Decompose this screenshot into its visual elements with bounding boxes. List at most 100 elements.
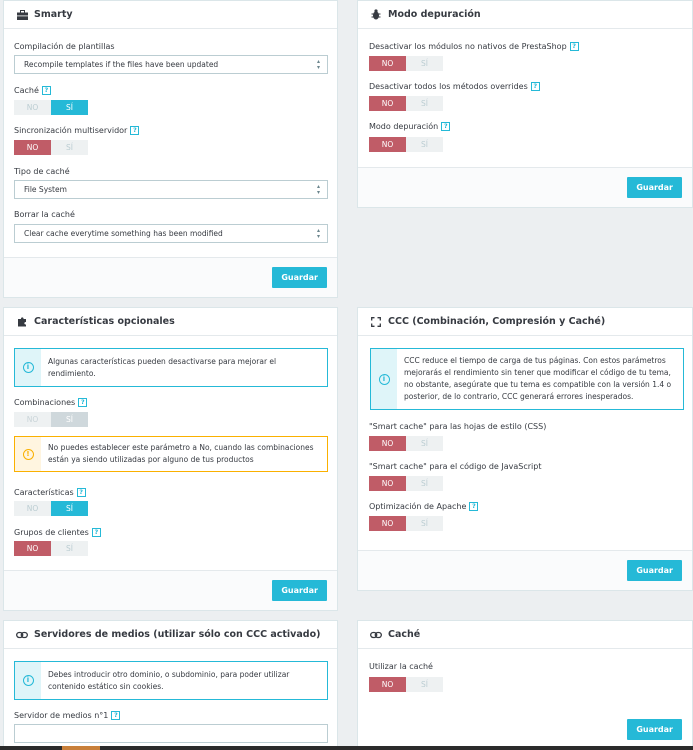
help-icon[interactable]: ?: [78, 398, 88, 407]
cache-title: Caché: [388, 629, 421, 640]
debug-save-button[interactable]: Guardar: [627, 177, 682, 198]
sync-switch[interactable]: NO SÍ: [14, 140, 88, 155]
warning-icon: !: [22, 448, 34, 460]
customer-groups-switch[interactable]: NO SÍ: [14, 541, 88, 556]
sync-yes-option[interactable]: SÍ: [51, 140, 88, 155]
apache-no-option[interactable]: NO: [369, 516, 406, 531]
disable-modules-no-option[interactable]: NO: [369, 56, 406, 71]
help-icon[interactable]: ?: [41, 86, 51, 95]
combinations-switch[interactable]: NO SÍ: [14, 412, 88, 427]
use-cache-switch[interactable]: NO SÍ: [369, 677, 443, 692]
ccc-title: CCC (Combinación, Compresión y Caché): [388, 316, 606, 327]
help-icon[interactable]: ?: [111, 711, 121, 720]
info-icon: i: [22, 675, 34, 686]
optional-features-panel: Características opcionales i Algunas car…: [3, 307, 338, 611]
smarty-header: Smarty: [4, 1, 337, 29]
info-icon: i: [378, 373, 390, 385]
js-cache-switch[interactable]: NO SÍ: [369, 476, 443, 491]
cache-label: Caché?: [14, 86, 51, 95]
help-icon[interactable]: ?: [530, 82, 540, 91]
taskbar: [0, 746, 693, 750]
sync-label: Sincronización multiservidor?: [14, 126, 140, 135]
use-cache-no-option[interactable]: NO: [369, 677, 406, 692]
ccc-save-button[interactable]: Guardar: [627, 560, 682, 581]
cache-yes-option[interactable]: SÍ: [51, 100, 88, 115]
js-cache-yes-option[interactable]: SÍ: [406, 476, 443, 491]
select-caret-icon: ▴ ▾: [316, 58, 320, 71]
taskbar-active-item[interactable]: [62, 746, 100, 750]
media-title: Servidores de medios (utilizar sólo con …: [34, 629, 321, 640]
link-icon: [370, 629, 382, 641]
optional-title: Características opcionales: [34, 316, 175, 327]
smarty-panel: Smarty Compilación de plantillas Recompi…: [3, 0, 338, 298]
help-icon[interactable]: ?: [91, 528, 101, 537]
smarty-title: Smarty: [34, 9, 73, 20]
disable-overrides-yes-option[interactable]: SÍ: [406, 96, 443, 111]
clear-cache-label: Borrar la caché: [14, 210, 75, 219]
help-icon[interactable]: ?: [569, 42, 579, 51]
help-icon[interactable]: ?: [441, 122, 451, 131]
debug-title: Modo depuración: [388, 9, 481, 20]
js-cache-no-option[interactable]: NO: [369, 476, 406, 491]
help-icon[interactable]: ?: [76, 488, 86, 497]
combinations-no-option[interactable]: NO: [14, 412, 51, 427]
customer-groups-yes-option[interactable]: SÍ: [51, 541, 88, 556]
disable-overrides-switch[interactable]: NO SÍ: [369, 96, 443, 111]
expand-icon: [370, 316, 382, 328]
debug-mode-no-option[interactable]: NO: [369, 137, 406, 152]
optional-footer: Guardar: [4, 570, 337, 610]
media-servers-panel: Servidores de medios (utilizar sólo con …: [3, 620, 338, 750]
use-cache-yes-option[interactable]: SÍ: [406, 677, 443, 692]
briefcase-icon: [16, 9, 28, 21]
css-cache-no-option[interactable]: NO: [369, 436, 406, 451]
sync-no-option[interactable]: NO: [14, 140, 51, 155]
features-label: Características?: [14, 488, 86, 497]
smarty-footer: Guardar: [4, 257, 337, 297]
features-no-option[interactable]: NO: [14, 501, 51, 516]
disable-modules-switch[interactable]: NO SÍ: [369, 56, 443, 71]
combinations-yes-option[interactable]: SÍ: [51, 412, 88, 427]
apache-switch[interactable]: NO SÍ: [369, 516, 443, 531]
debug-mode-yes-option[interactable]: SÍ: [406, 137, 443, 152]
ccc-info-alert: i CCC reduce el tiempo de carga de tus p…: [370, 348, 684, 410]
debug-footer: Guardar: [358, 167, 692, 207]
features-yes-option[interactable]: SÍ: [51, 501, 88, 516]
customer-groups-no-option[interactable]: NO: [14, 541, 51, 556]
optional-save-button[interactable]: Guardar: [272, 580, 327, 601]
select-caret-icon: ▴ ▾: [316, 183, 320, 196]
disable-overrides-label: Desactivar todos los métodos overrides?: [369, 82, 540, 91]
optional-header: Características opcionales: [4, 308, 337, 336]
help-icon[interactable]: ?: [469, 502, 479, 511]
optional-info-alert: i Algunas características pueden desacti…: [14, 348, 328, 387]
ccc-panel: CCC (Combinación, Compresión y Caché) i …: [357, 307, 693, 591]
smarty-save-button[interactable]: Guardar: [272, 267, 327, 288]
compile-select[interactable]: Recompile templates if the files have be…: [14, 55, 328, 74]
media-server-1-input[interactable]: [14, 724, 328, 743]
cache-no-option[interactable]: NO: [14, 100, 51, 115]
select-caret-icon: ▴ ▾: [316, 227, 320, 240]
features-switch[interactable]: NO SÍ: [14, 501, 88, 516]
customer-groups-label: Grupos de clientes?: [14, 528, 101, 537]
media-header: Servidores de medios (utilizar sólo con …: [4, 621, 337, 649]
apache-yes-option[interactable]: SÍ: [406, 516, 443, 531]
debug-mode-label: Modo depuración?: [369, 122, 451, 131]
css-cache-yes-option[interactable]: SÍ: [406, 436, 443, 451]
ccc-footer: Guardar: [358, 550, 692, 590]
cache-switch[interactable]: NO SÍ: [14, 100, 88, 115]
debug-header: Modo depuración: [358, 1, 692, 29]
ccc-header: CCC (Combinación, Compresión y Caché): [358, 308, 692, 336]
clear-cache-select[interactable]: Clear cache everytime something has been…: [14, 224, 328, 243]
debug-mode-switch[interactable]: NO SÍ: [369, 137, 443, 152]
link-icon: [16, 629, 28, 641]
cache-panel: Caché Utilizar la caché NO SÍ Guardar: [357, 620, 693, 750]
media-server-1-label: Servidor de medios n°1?: [14, 711, 121, 720]
combinations-warning-alert: ! No puedes establecer este parámetro a …: [14, 436, 328, 472]
disable-modules-yes-option[interactable]: SÍ: [406, 56, 443, 71]
css-cache-switch[interactable]: NO SÍ: [369, 436, 443, 451]
cache-type-select[interactable]: File System ▴ ▾: [14, 180, 328, 199]
css-cache-label: "Smart cache" para las hojas de estilo (…: [369, 422, 547, 431]
help-icon[interactable]: ?: [130, 126, 140, 135]
combinations-label: Combinaciones?: [14, 398, 88, 407]
cache-save-button[interactable]: Guardar: [627, 719, 682, 740]
disable-overrides-no-option[interactable]: NO: [369, 96, 406, 111]
